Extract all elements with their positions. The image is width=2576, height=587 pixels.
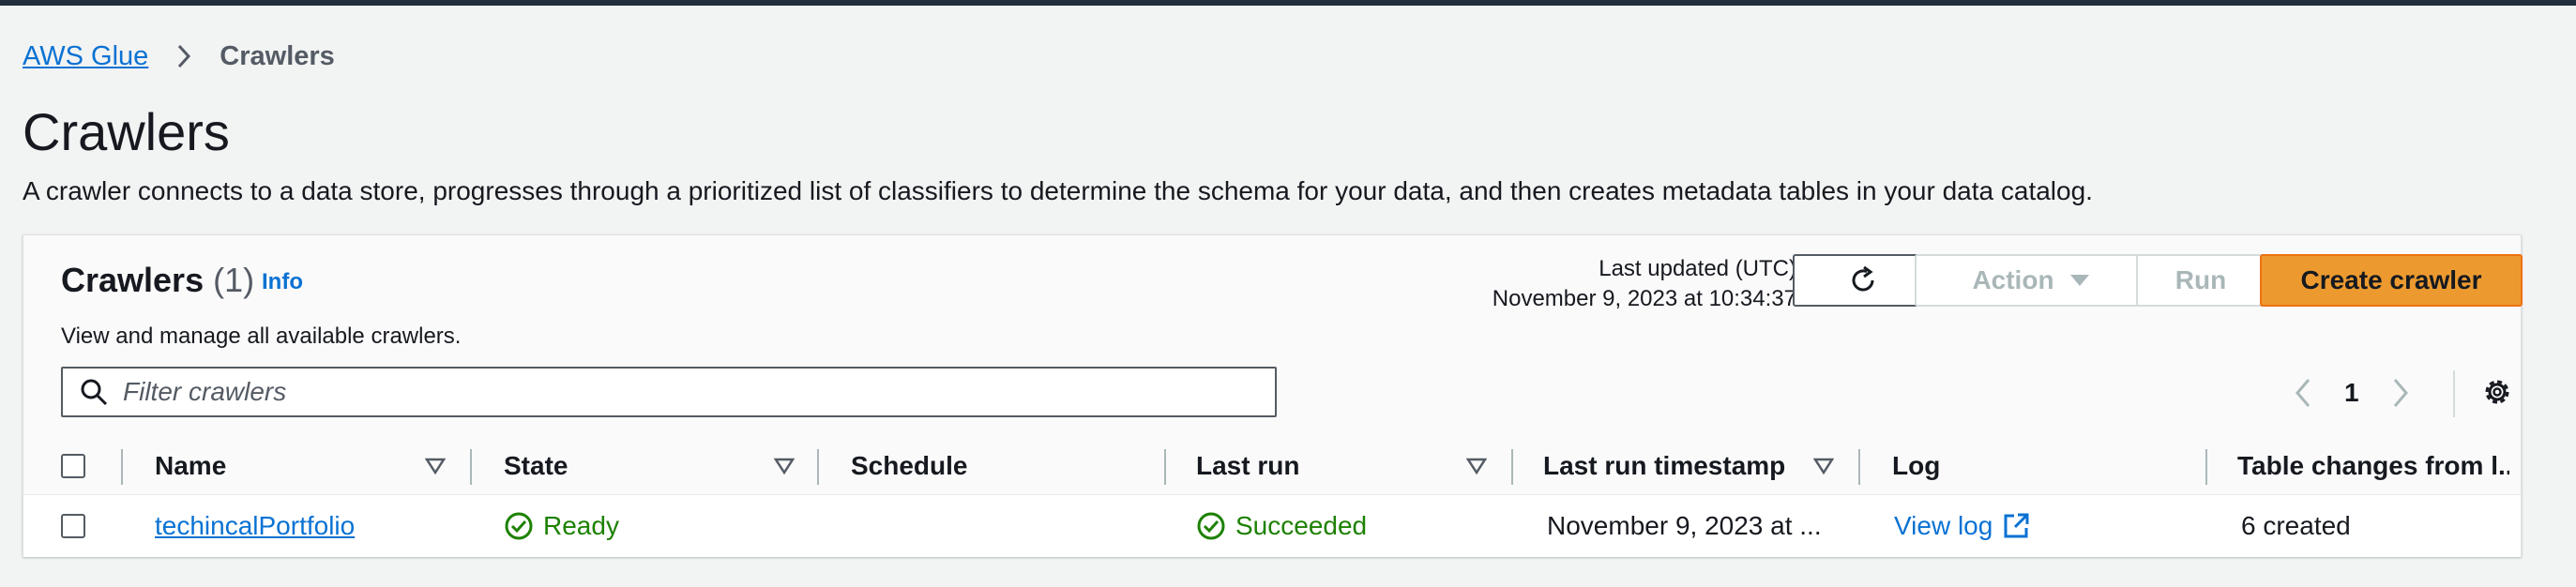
column-divider xyxy=(2205,449,2207,485)
panel-header: Crawlers (1) Info View and manage all av… xyxy=(23,235,2523,439)
column-divider xyxy=(1858,449,1860,485)
column-header-last-run[interactable]: Last run xyxy=(1196,438,1440,494)
chevron-right-icon xyxy=(176,44,191,68)
crawler-count: (1) xyxy=(213,261,255,299)
column-divider xyxy=(1164,449,1166,485)
column-header-table-changes[interactable]: Table changes from l... xyxy=(2237,438,2509,494)
sort-icon[interactable] xyxy=(1466,457,1487,475)
refresh-button[interactable] xyxy=(1793,254,1933,307)
refresh-icon xyxy=(1847,264,1879,296)
cell-last-run: Succeeded xyxy=(1196,495,1496,557)
column-divider xyxy=(1511,449,1513,485)
cell-state: Ready xyxy=(504,495,804,557)
search-input[interactable] xyxy=(121,376,1157,408)
crawlers-panel: Crawlers (1) Info View and manage all av… xyxy=(23,234,2523,557)
panel-title: Crawlers (1) xyxy=(61,260,254,301)
info-link[interactable]: Info xyxy=(262,269,303,295)
sort-icon[interactable] xyxy=(774,457,795,475)
select-all-checkbox[interactable] xyxy=(61,454,85,478)
divider xyxy=(2453,370,2455,417)
action-dropdown[interactable]: Action xyxy=(1915,254,2147,307)
run-button[interactable]: Run xyxy=(2136,254,2265,307)
column-header-log[interactable]: Log xyxy=(1892,438,2174,494)
cell-log: View log xyxy=(1894,495,2194,557)
caret-down-icon xyxy=(2069,273,2090,288)
column-header-schedule[interactable]: Schedule xyxy=(851,438,1132,494)
cell-table-changes: 6 created xyxy=(2241,511,2351,540)
view-log-link[interactable]: View log xyxy=(1894,511,2030,541)
panel-title-text: Crawlers xyxy=(61,261,205,299)
gear-icon[interactable] xyxy=(2481,376,2513,408)
breadcrumb-current: Crawlers xyxy=(220,40,335,71)
create-crawler-label: Create crawler xyxy=(2300,265,2482,294)
table-row: techincalPortfolio Ready Succeeded Novem… xyxy=(23,495,2521,557)
status-check-icon xyxy=(1196,511,1235,541)
state-text: Ready xyxy=(543,511,619,540)
create-crawler-button[interactable]: Create crawler xyxy=(2260,254,2523,307)
cell-name: techincalPortfolio xyxy=(155,495,455,557)
page-title: Crawlers xyxy=(23,102,230,161)
panel-subtitle: View and manage all available crawlers. xyxy=(61,324,462,349)
column-divider xyxy=(121,449,123,485)
page-number[interactable]: 1 xyxy=(2344,378,2359,408)
sort-icon[interactable] xyxy=(1813,457,1834,475)
filter-crawlers-search[interactable] xyxy=(61,367,1277,417)
top-nav-bar xyxy=(0,0,2576,6)
row-select-checkbox[interactable] xyxy=(61,514,85,538)
cell-schedule xyxy=(851,495,1151,557)
run-label: Run xyxy=(2174,265,2227,294)
crawler-name-link[interactable]: techincalPortfolio xyxy=(155,511,355,541)
view-log-label: View log xyxy=(1894,511,1993,540)
breadcrumb: AWS Glue Crawlers xyxy=(23,39,335,73)
last-updated: Last updated (UTC) November 9, 2023 at 1… xyxy=(1421,254,1796,314)
breadcrumb-link-aws-glue[interactable]: AWS Glue xyxy=(23,41,148,72)
chevron-left-icon[interactable] xyxy=(2294,377,2312,409)
action-label: Action xyxy=(1972,265,2054,294)
search-icon xyxy=(80,378,108,406)
last-updated-label: Last updated (UTC) xyxy=(1599,256,1796,281)
column-divider xyxy=(817,449,819,485)
external-link-icon xyxy=(1993,512,2030,540)
column-divider xyxy=(470,449,472,485)
sort-icon[interactable] xyxy=(425,457,446,475)
cell-last-run-timestamp: November 9, 2023 at ... xyxy=(1547,511,1822,540)
column-header-last-run-timestamp[interactable]: Last run timestamp xyxy=(1543,438,1806,494)
table-header: Name State Schedule Last run Last run ti… xyxy=(23,438,2521,495)
last-run-text: Succeeded xyxy=(1235,511,1368,540)
column-header-state[interactable]: State xyxy=(504,438,748,494)
pagination: 1 xyxy=(2294,372,2410,414)
chevron-right-icon[interactable] xyxy=(2391,377,2410,409)
page-description: A crawler connects to a data store, prog… xyxy=(23,176,2093,205)
status-check-icon xyxy=(504,511,543,541)
last-updated-value: November 9, 2023 at 10:34:37 xyxy=(1492,286,1796,311)
column-header-name[interactable]: Name xyxy=(155,438,399,494)
